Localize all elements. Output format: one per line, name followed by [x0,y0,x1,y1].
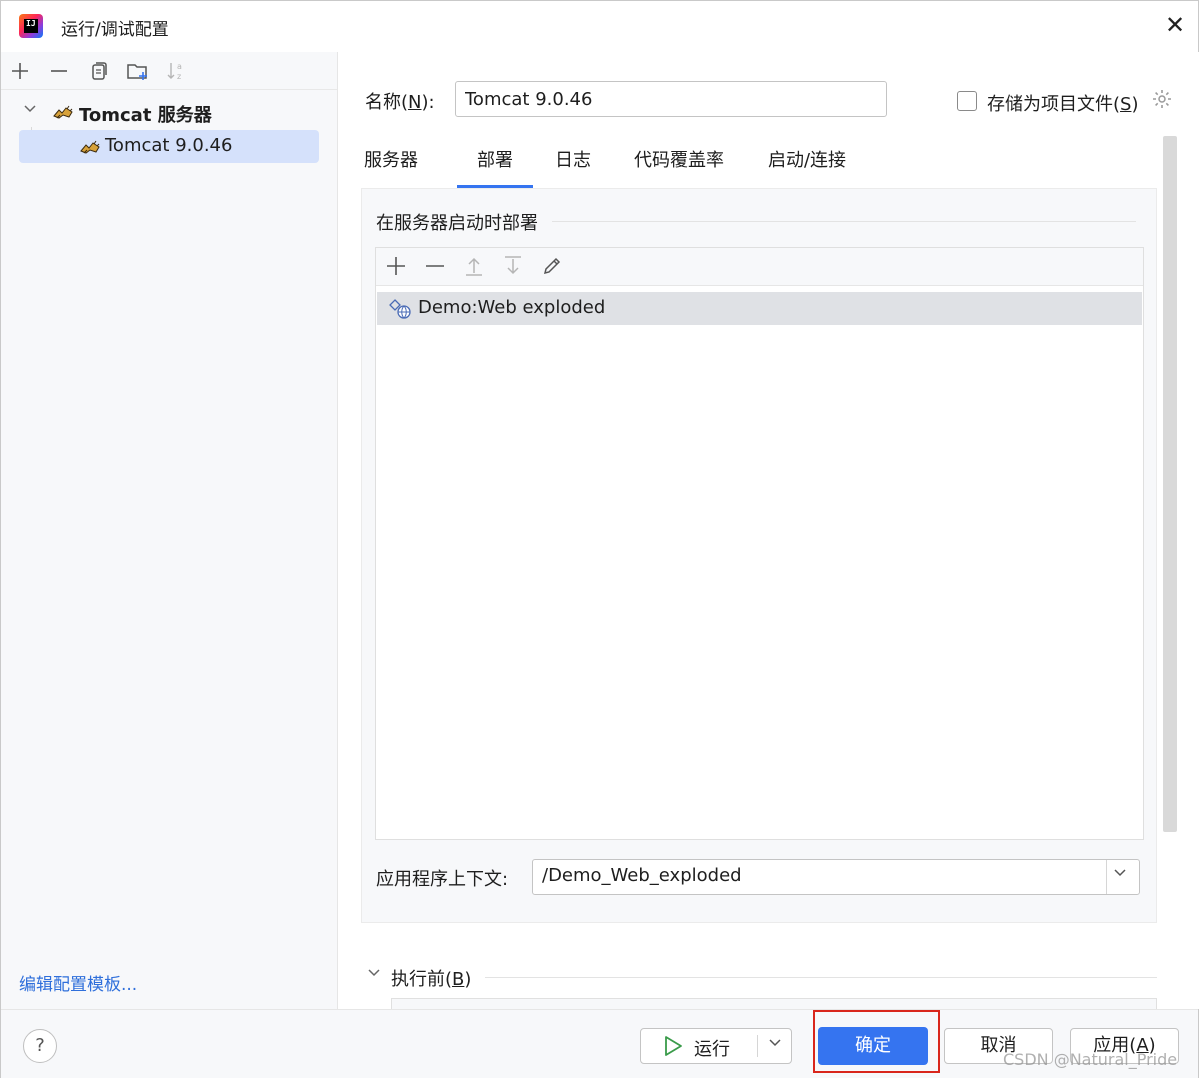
tree-item-tomcat-9[interactable]: Tomcat 9.0.46 [19,130,319,163]
name-field[interactable] [455,81,887,117]
name-label: 名称(N): [365,92,435,113]
tab-startup-connection[interactable]: 启动/连接 [763,136,851,188]
run-button-label: 运行 [694,1039,730,1060]
intellij-logo-icon: IJ [19,14,43,38]
deployment-tab-panel: 在服务器启动时部署 Demo:Web exploded 应用程序上下文: /De… [361,188,1157,923]
gear-icon[interactable] [1151,88,1173,115]
chevron-down-icon[interactable] [1113,866,1127,884]
add-icon[interactable] [385,255,407,277]
deploy-section-title: 在服务器启动时部署 [376,213,538,234]
edit-templates-link[interactable]: 编辑配置模板... [19,970,137,995]
app-context-value[interactable]: /Demo_Web_exploded [542,865,742,886]
run-debug-config-dialog: IJ 运行/调试配置 ✕ az Tomcat 服务器 Tomcat 9.0.46… [0,0,1199,1078]
help-button[interactable]: ? [23,1029,57,1063]
deployment-artifact-label: Demo:Web exploded [418,297,606,318]
config-tree-panel: az Tomcat 服务器 Tomcat 9.0.46 编辑配置模板... [1,52,338,1009]
app-context-combobox[interactable]: /Demo_Web_exploded [532,859,1140,895]
tab-deployment[interactable]: 部署 [457,136,533,188]
copy-icon[interactable] [87,60,109,82]
tab-server[interactable]: 服务器 [361,136,421,188]
store-as-project-file-label: 存储为项目文件(S) [987,94,1139,115]
svg-text:a: a [177,62,182,71]
move-down-icon[interactable] [502,255,524,277]
combo-divider [1106,860,1107,894]
deployment-list: Demo:Web exploded [375,247,1144,840]
run-split-button: 运行 [640,1028,792,1064]
chevron-down-icon[interactable] [23,102,37,120]
chevron-down-icon[interactable] [367,966,381,984]
store-as-project-file-checkbox[interactable] [957,91,977,111]
run-button[interactable]: 运行 [641,1029,756,1063]
split-divider [757,1035,758,1057]
chevron-down-icon [769,1039,781,1047]
config-tree-toolbar: az [1,52,337,90]
add-icon[interactable] [9,60,31,82]
deployment-artifact-row[interactable]: Demo:Web exploded [377,292,1142,325]
tab-logs[interactable]: 日志 [553,136,593,188]
web-artifact-icon [389,299,411,319]
window-title: 运行/调试配置 [61,20,169,40]
tree-group-label: Tomcat 服务器 [79,105,212,126]
vertical-scrollbar[interactable] [1163,136,1177,832]
before-launch-header[interactable]: 执行前(B) [391,965,471,991]
ok-button[interactable]: 确定 [818,1027,928,1065]
tomcat-icon [53,105,73,119]
close-icon[interactable]: ✕ [1163,13,1187,37]
sort-icon[interactable]: az [165,60,187,82]
remove-icon[interactable] [48,60,70,82]
app-context-label: 应用程序上下文: [376,869,509,890]
deployment-toolbar [376,248,1143,286]
tomcat-icon [80,140,100,154]
svg-text:z: z [177,72,181,81]
play-icon [665,1036,682,1056]
section-divider [485,977,1157,978]
run-options-dropdown[interactable] [759,1029,791,1063]
new-folder-icon[interactable] [126,60,148,82]
config-editor-panel: 名称(N): 存储为项目文件(S) 服务器 部署 日志 代码覆盖率 启动/连接 … [339,52,1199,1010]
remove-icon[interactable] [424,255,446,277]
move-up-icon[interactable] [463,255,485,277]
dialog-footer: ? 运行 确定 取消 应用(A) CSDN @Natural_Pride [1,1009,1198,1078]
title-bar: IJ 运行/调试配置 ✕ [1,1,1198,52]
watermark: CSDN @Natural_Pride [1003,1050,1178,1069]
tree-item-label: Tomcat 9.0.46 [105,135,233,156]
section-divider [552,221,1136,222]
tree-group-tomcat[interactable]: Tomcat 服务器 [19,96,319,129]
tab-code-coverage[interactable]: 代码覆盖率 [629,136,729,188]
edit-icon[interactable] [541,255,563,277]
